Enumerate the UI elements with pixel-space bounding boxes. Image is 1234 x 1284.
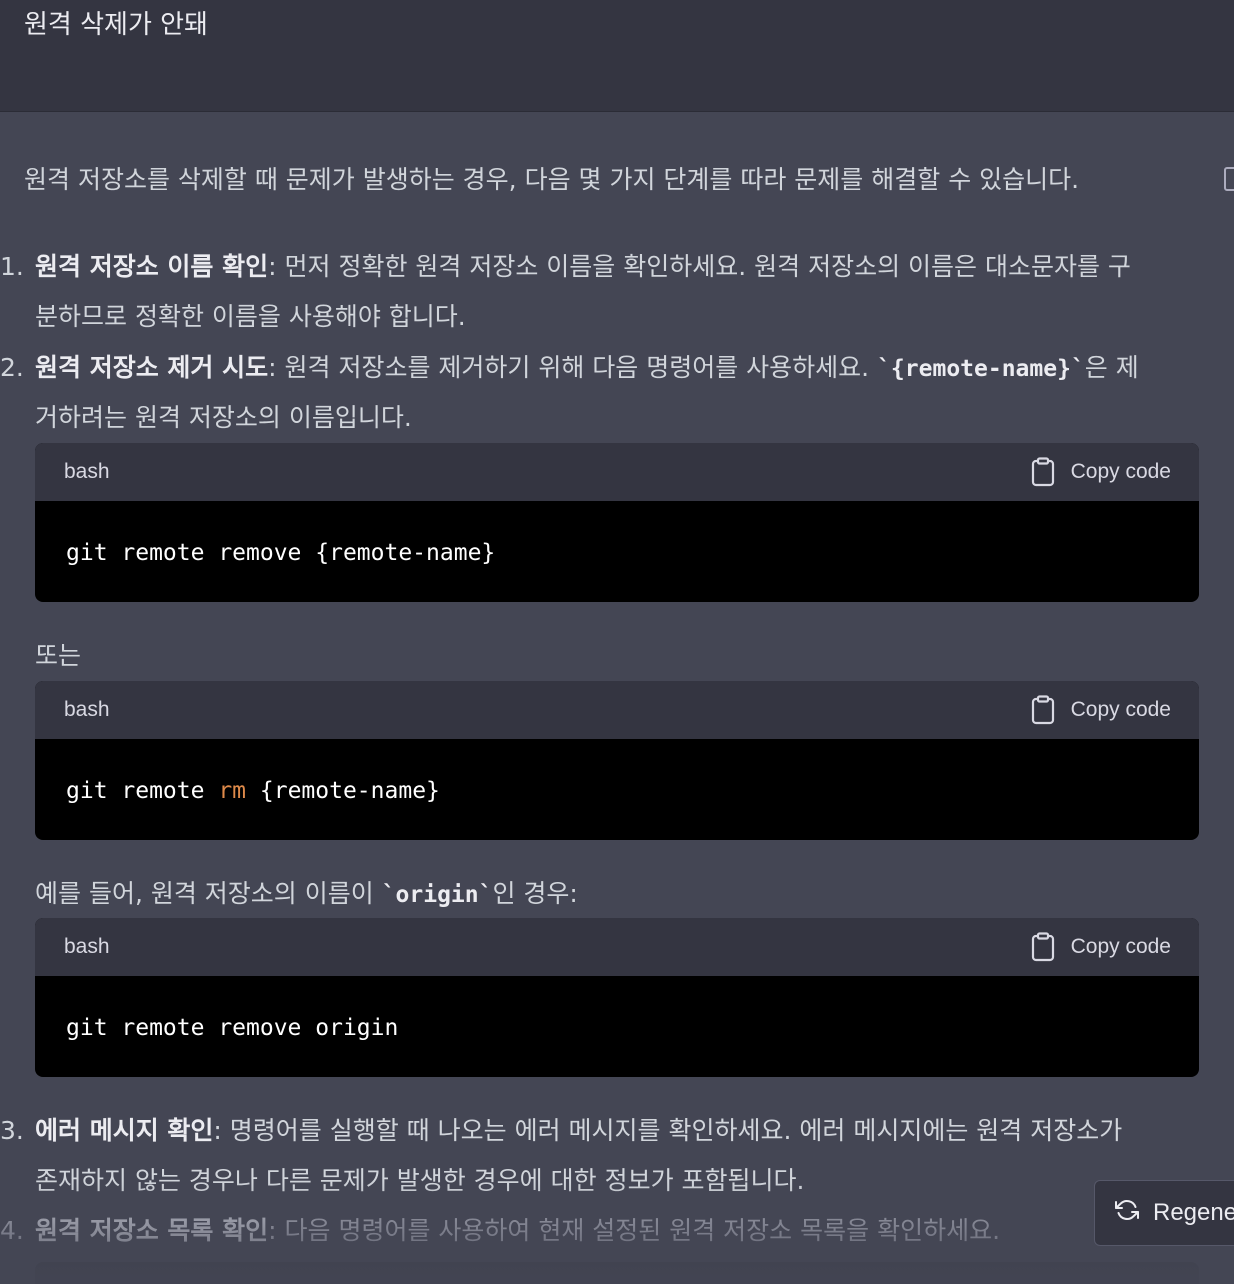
code-block: bash Copy code git remote remove {remote… <box>35 443 1199 602</box>
item-text: 거하려는 원격 저장소의 이름입니다. <box>35 403 412 432</box>
refresh-icon <box>1115 1198 1139 1229</box>
copy-code-label: Copy code <box>1070 460 1171 483</box>
regenerate-button[interactable]: Regenerate response <box>1094 1180 1234 1246</box>
response-intro: 원격 저장소를 삭제할 때 문제가 발생하는 경우, 다음 몇 가지 단계를 따… <box>24 165 1080 194</box>
item-title: 원격 저장소 목록 확인 <box>35 1216 269 1245</box>
code-segment: {remote-name} <box>246 778 440 804</box>
code-block: bash Copy code git remote rm {remote-nam… <box>35 681 1199 840</box>
code-text: git remote rm {remote-name} <box>66 775 440 807</box>
regenerate-label: Regenerate response <box>1153 1199 1234 1226</box>
list-number: 3. <box>0 1116 24 1145</box>
code-language: bash <box>64 698 110 721</box>
item-text: : 명령어를 실행할 때 나오는 에러 메시지를 확인하세요. 에러 메시지에는… <box>213 1116 1123 1145</box>
code-keyword: rm <box>218 778 247 804</box>
copy-code-button[interactable]: Copy code <box>1031 457 1171 487</box>
clipboard-icon[interactable] <box>1222 164 1234 192</box>
inline-code: `{remote-name}` <box>877 356 1085 382</box>
code-text: git remote remove {remote-name} <box>66 537 495 569</box>
code-header: bash Copy code <box>35 681 1199 739</box>
list-number: 2. <box>0 353 24 382</box>
item-text: : 다음 명령어를 사용하여 현재 설정된 원격 저장소 목록을 확인하세요. <box>268 1216 1001 1245</box>
code-header: bash Copy code <box>35 918 1199 976</box>
copy-code-label: Copy code <box>1070 698 1171 721</box>
code-block: bash Copy code git remote remove origin <box>35 918 1199 1077</box>
copy-code-button[interactable]: Copy code <box>1031 932 1171 962</box>
item-text: 분하므로 정확한 이름을 사용해야 합니다. <box>35 302 466 331</box>
list-number: 4. <box>0 1216 24 1245</box>
example-text-post: 인 경우: <box>492 879 578 908</box>
clipboard-icon <box>1031 932 1055 962</box>
code-segment: git remote remove {remote-name} <box>66 540 496 566</box>
code-language: bash <box>64 935 110 958</box>
item-text: : 원격 저장소를 제거하기 위해 다음 명령어를 사용하세요. <box>268 353 878 382</box>
clipboard-icon <box>1031 457 1055 487</box>
copy-code-label: Copy code <box>1070 935 1171 958</box>
or-text: 또는 <box>35 641 82 670</box>
clipboard-icon <box>1031 695 1055 725</box>
item-title: 원격 저장소 이름 확인 <box>35 252 269 281</box>
example-text-pre: 예를 들어, 원격 저장소의 이름이 <box>35 879 382 908</box>
copy-code-button[interactable]: Copy code <box>1031 695 1171 725</box>
code-segment: git remote <box>66 778 219 804</box>
item-title: 원격 저장소 제거 시도 <box>35 353 269 382</box>
user-message: 원격 삭제가 안돼 <box>0 0 1234 112</box>
inline-code: `origin` <box>381 882 493 908</box>
user-message-text: 원격 삭제가 안돼 <box>24 10 208 40</box>
example-text: 예를 들어, 원격 저장소의 이름이 `origin`인 경우: <box>35 876 578 913</box>
item-text: : 먼저 정확한 원격 저장소 이름을 확인하세요. 원격 저장소의 이름은 대… <box>268 252 1131 281</box>
code-segment: git remote remove origin <box>66 1015 399 1041</box>
code-header: bash Copy code <box>35 443 1199 501</box>
code-language: bash <box>64 460 110 483</box>
item-text: 은 제 <box>1084 353 1139 382</box>
code-block-partial <box>35 1262 1199 1284</box>
item-title: 에러 메시지 확인 <box>35 1116 214 1145</box>
code-text: git remote remove origin <box>66 1012 398 1044</box>
item-text: 존재하지 않는 경우나 다른 문제가 발생한 경우에 대한 정보가 포함됩니다. <box>35 1166 805 1195</box>
list-number: 1. <box>0 252 24 281</box>
